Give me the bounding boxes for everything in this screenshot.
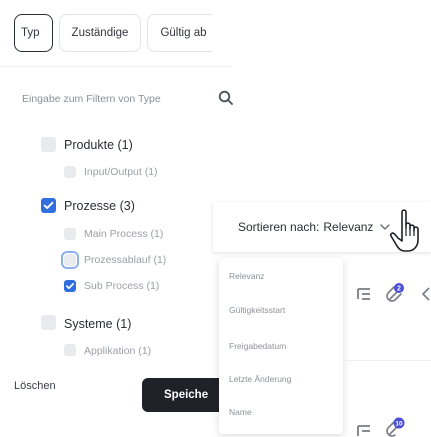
checkbox-sub-process[interactable]	[64, 280, 76, 292]
paperclip-icon[interactable]: 10	[384, 417, 406, 437]
sort-option-relevanz[interactable]: Relevanz	[229, 271, 264, 281]
filter-label-prozesse: Prozesse (3)	[64, 199, 135, 213]
filter-label-applikation: Applikation (1)	[84, 345, 152, 357]
sort-option-name[interactable]: Name	[229, 407, 252, 417]
result-row-icons: 10	[356, 417, 431, 437]
filter-tabs: Typ Zuständige Gültig ab	[14, 14, 213, 52]
check-icon	[65, 283, 75, 290]
search-input[interactable]: Eingabe zum Filtern von Type	[22, 93, 200, 105]
checkbox-prozessablauf[interactable]	[61, 251, 79, 269]
check-icon	[43, 201, 54, 210]
filter-label-main-process: Main Process (1)	[84, 228, 164, 240]
search-icon[interactable]	[218, 90, 234, 106]
sort-dropdown: Relevanz Gültigkeitsstart Freigabedatum …	[219, 258, 343, 434]
sort-value: Relevanz	[323, 220, 374, 234]
checkbox-systeme[interactable]	[41, 315, 56, 330]
result-row-divider	[343, 360, 431, 361]
tab-typ-label: Typ	[21, 27, 40, 39]
tab-typ[interactable]: Typ	[14, 14, 53, 52]
filter-label-sub-process: Sub Process (1)	[84, 280, 160, 292]
tab-gueltig-ab-label: Gültig ab	[160, 27, 207, 39]
save-button-label: Speiche	[164, 389, 209, 401]
checkbox-produkte[interactable]	[41, 137, 56, 152]
sort-option-freigabedatum[interactable]: Freigabedatum	[229, 341, 286, 351]
filter-search[interactable]: Eingabe zum Filtern von Type	[22, 80, 240, 118]
filter-label-input-output: Input/Output (1)	[84, 166, 158, 178]
filter-label-produkte: Produkte (1)	[64, 138, 133, 152]
tab-zustaendige[interactable]: Zuständige	[58, 14, 142, 52]
checkbox-main-process[interactable]	[64, 228, 76, 240]
filter-label-systeme: Systeme (1)	[64, 317, 132, 331]
hand-pointer-icon	[389, 209, 419, 252]
result-row-icons: 2	[356, 282, 431, 306]
checkbox-applikation[interactable]	[64, 344, 76, 356]
attachment-count-badge: 2	[397, 286, 401, 293]
tab-zustaendige-label: Zuständige	[71, 27, 129, 39]
filter-panel: Typ Zuständige Gültig ab Eingabe zum Fil…	[0, 0, 233, 437]
sort-option-letzte-aenderung[interactable]: Letzte Änderung	[229, 374, 291, 384]
filter-label-prozessablauf: Prozessablauf (1)	[84, 254, 167, 266]
list-tree-icon[interactable]	[356, 286, 372, 302]
clear-button[interactable]: Löschen	[14, 380, 56, 392]
more-icon[interactable]	[420, 286, 430, 302]
list-tree-icon[interactable]	[356, 423, 372, 437]
tabs-divider	[0, 66, 232, 67]
checkbox-input-output[interactable]	[64, 166, 76, 178]
checkbox-prozesse[interactable]	[41, 198, 56, 213]
tab-gueltig-ab[interactable]: Gültig ab	[147, 14, 213, 52]
sort-option-gueltigkeitsstart[interactable]: Gültigkeitsstart	[229, 305, 285, 315]
paperclip-icon[interactable]: 2	[384, 282, 406, 304]
sort-label: Sortieren nach:	[238, 220, 320, 234]
attachment-count-badge: 10	[395, 421, 403, 428]
